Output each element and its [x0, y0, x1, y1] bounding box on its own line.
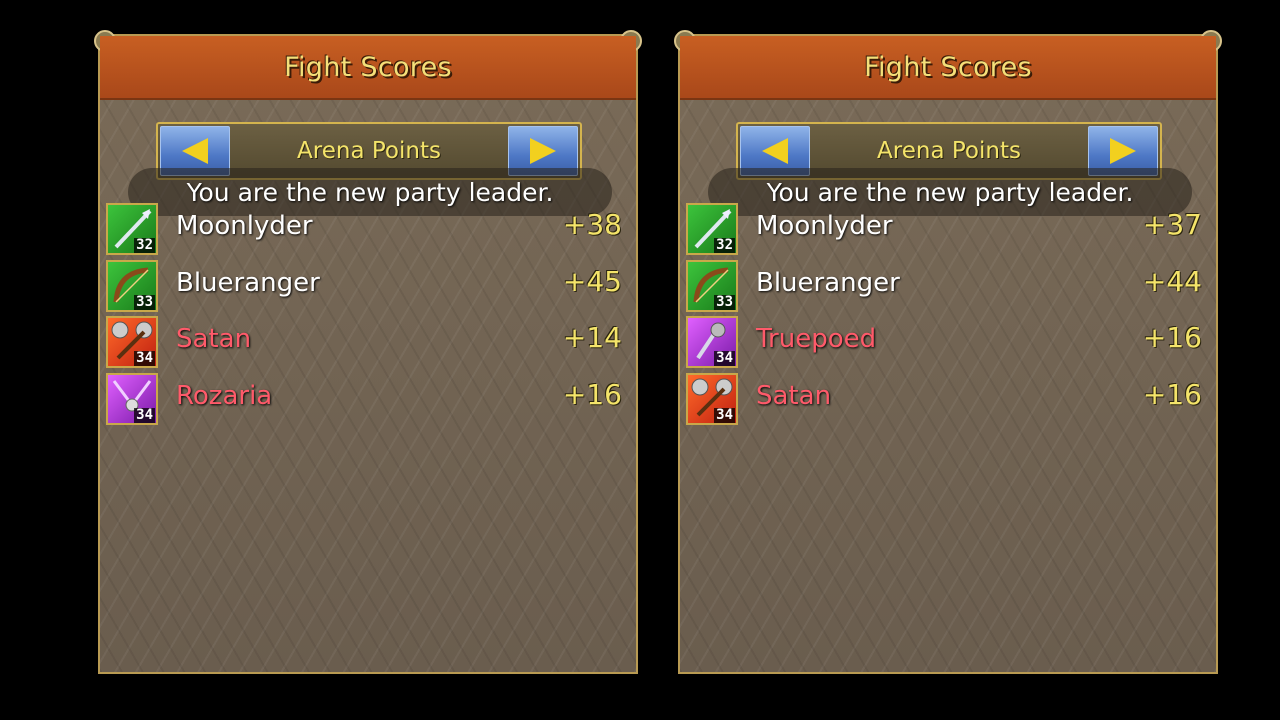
player-score: +16: [1142, 377, 1202, 411]
player-score: +14: [562, 321, 622, 354]
panel-title: Fight Scores: [864, 51, 1032, 83]
mace-class-icon: 34: [106, 316, 158, 368]
player-name: Satan: [756, 380, 832, 411]
player-name: Blueranger: [176, 267, 320, 298]
player-score: +45: [562, 264, 622, 298]
arrow-right-icon: [1110, 138, 1136, 164]
level-badge: 32: [134, 237, 155, 253]
list-item: 33 Blueranger +44: [686, 259, 1206, 316]
level-badge: 34: [714, 350, 735, 366]
fight-scores-panel-left: Fight Scores Arena Points You are the ne…: [94, 30, 642, 674]
player-name: Rozaria: [176, 380, 273, 411]
staff-class-icon: 34: [106, 372, 158, 425]
list-item: 34 Truepoed +16: [686, 315, 1206, 372]
arrow-right-icon: [530, 138, 556, 164]
list-item: 34 Satan +16: [686, 372, 1206, 429]
level-badge: 34: [714, 406, 735, 423]
list-item: 33 Blueranger +45: [106, 259, 626, 316]
player-score: +16: [1142, 321, 1202, 354]
player-name: Satan: [176, 324, 252, 354]
bow-class-icon: 33: [686, 259, 738, 312]
player-name: Moonlyder: [756, 211, 893, 241]
player-score: +44: [1142, 264, 1202, 298]
score-list: 32 Moonlyder +38 33 Blueranger +45 34 Sa…: [106, 202, 626, 428]
panel-titlebar: Fight Scores: [100, 36, 636, 100]
arrow-left-icon: [182, 138, 208, 164]
list-item: 34 Rozaria +16: [106, 372, 626, 429]
player-score: +38: [562, 208, 622, 241]
panel-title: Fight Scores: [284, 51, 452, 83]
list-item: 34 Satan +14: [106, 315, 626, 372]
level-badge: 32: [714, 237, 735, 253]
player-name: Moonlyder: [176, 211, 313, 241]
fight-scores-panel-right: Fight Scores Arena Points You are the ne…: [674, 30, 1222, 674]
staff-class-icon: 34: [686, 316, 738, 368]
list-item: 32 Moonlyder +37: [686, 202, 1206, 259]
level-badge: 33: [134, 293, 155, 310]
level-badge: 33: [714, 293, 735, 310]
arrow-left-icon: [762, 138, 788, 164]
player-name: Truepoed: [756, 324, 877, 354]
spear-class-icon: 32: [106, 203, 158, 255]
player-score: +37: [1142, 208, 1202, 241]
player-name: Blueranger: [756, 267, 900, 298]
mace-class-icon: 34: [686, 372, 738, 425]
score-list: 32 Moonlyder +37 33 Blueranger +44 34 Tr…: [686, 202, 1206, 428]
list-item: 32 Moonlyder +38: [106, 202, 626, 259]
spear-class-icon: 32: [686, 203, 738, 255]
level-badge: 34: [134, 350, 155, 366]
bow-class-icon: 33: [106, 259, 158, 312]
panel-titlebar: Fight Scores: [680, 36, 1216, 100]
player-score: +16: [562, 377, 622, 411]
level-badge: 34: [134, 406, 155, 423]
